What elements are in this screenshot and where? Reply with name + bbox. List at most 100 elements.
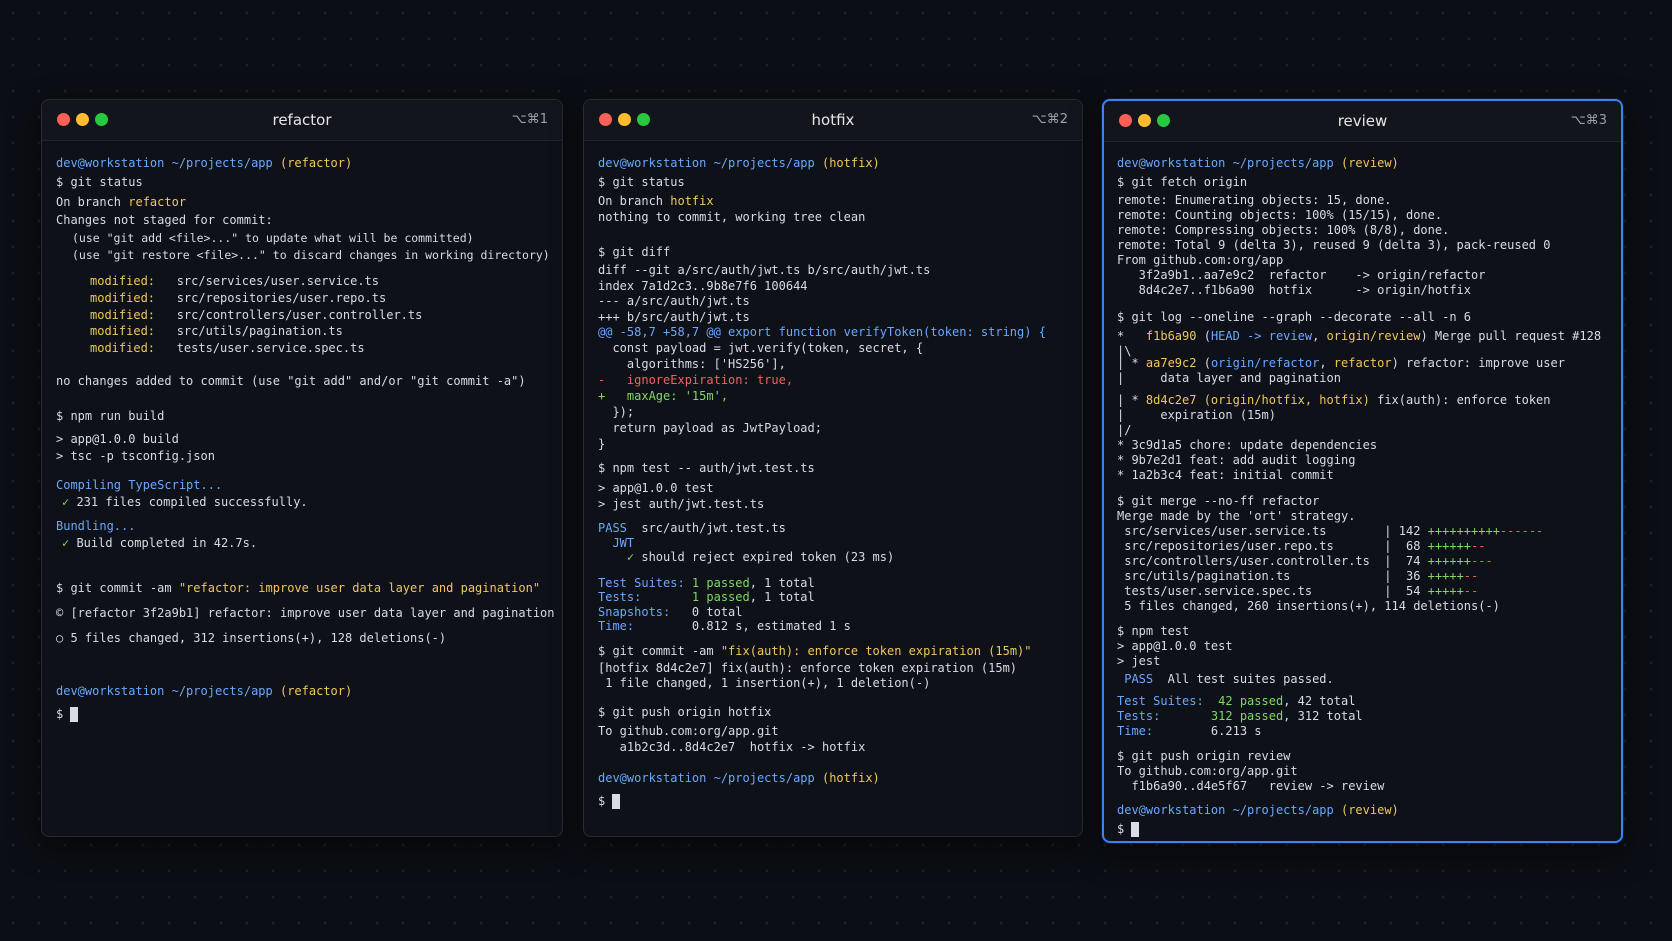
terminal-line: > app@1.0.0 build: [56, 432, 179, 447]
terminal-text: Time:: [598, 619, 692, 633]
terminal-line: modified: src/controllers/user.controlle…: [90, 308, 422, 323]
terminal-text: ------: [1499, 524, 1544, 538]
terminal-line: ○ 5 files changed, 312 insertions(+), 12…: [56, 631, 446, 646]
terminal-text: dev@workstation ~/projects/app: [56, 156, 280, 170]
terminal-text: All test suites passed.: [1153, 672, 1334, 686]
terminal-text: $ npm test: [1117, 624, 1190, 638]
terminal-text: dev@workstation ~/projects/app: [598, 771, 822, 785]
terminal-output[interactable]: dev@workstation ~/projects/app (refactor…: [42, 141, 562, 836]
terminal-text: On branch: [56, 195, 129, 209]
terminal-text: Compiling TypeScript...: [56, 478, 223, 492]
terminal-line: remote: Compressing objects: 100% (8/8),…: [1117, 223, 1449, 238]
terminal-line: JWT: [598, 536, 634, 551]
terminal-text: $ git diff: [598, 245, 671, 259]
terminal-text: , 312 total: [1283, 709, 1363, 723]
terminal-line: });: [598, 405, 634, 420]
terminal-text: ) refactor: improve user: [1391, 356, 1565, 370]
terminal-text: $ git commit -am: [598, 644, 721, 658]
terminal-line: > tsc -p tsconfig.json: [56, 449, 215, 464]
terminal-text: $ npm run build: [56, 409, 165, 423]
title-bar[interactable]: review ⌥⌘3: [1104, 101, 1621, 142]
terminal-text: a1b2c3d..8d4c2e7 hotfix -> hotfix: [598, 740, 866, 754]
terminal-text: const payload = jwt.verify(token, secret…: [598, 341, 924, 355]
terminal-text: should reject expired token (23 ms): [641, 550, 895, 564]
terminal-text: Test Suites:: [1117, 694, 1219, 708]
terminal-line: | * 8d4c2e7 (origin/hotfix, hotfix) fix(…: [1117, 393, 1551, 408]
terminal-text: refactor: [128, 195, 187, 209]
window-shortcut: ⌥⌘1: [511, 112, 548, 127]
terminal-text: aa7e9c2: [1145, 356, 1197, 370]
terminal-text: > app@1.0.0 build: [56, 432, 179, 446]
title-bar[interactable]: hotfix ⌥⌘2: [584, 100, 1082, 141]
terminal-text: src/services/user.service.ts | 142: [1117, 524, 1428, 538]
terminal-text: * 9b7e2d1 feat: add audit logging: [1117, 453, 1356, 467]
terminal-text: 8d4c2e7 (origin/hotfix, hotfix): [1145, 393, 1370, 407]
terminal-text: (: [1196, 329, 1211, 343]
terminal-text: "refactor: improve user data layer and p…: [178, 581, 541, 595]
terminal-text: ++++++: [1427, 539, 1472, 553]
terminal-text: > jest auth/jwt.test.ts: [598, 497, 765, 511]
terminal-text: ) Merge pull request #128: [1420, 329, 1602, 343]
terminal-line: dev@workstation ~/projects/app (hotfix): [598, 156, 880, 171]
terminal-text: (hotfix): [821, 156, 880, 170]
terminal-line: $ git status: [56, 175, 143, 190]
terminal-line: + maxAge: '15m',: [598, 389, 728, 404]
terminal-text: src/controllers/user.controller.ts | 74: [1117, 554, 1428, 568]
terminal-window-refactor[interactable]: refactor ⌥⌘1 dev@workstation ~/projects/…: [41, 99, 563, 837]
window-shortcut: ⌥⌘2: [1031, 112, 1068, 127]
window-title: refactor: [272, 111, 332, 129]
terminal-text: });: [598, 405, 635, 419]
terminal-text: PASS: [1117, 672, 1154, 686]
terminal-line: src/utils/pagination.ts | 36 +++++--: [1117, 569, 1478, 584]
terminal-window-review[interactable]: review ⌥⌘3 dev@workstation ~/projects/ap…: [1102, 99, 1623, 843]
terminal-text: +++++: [1427, 569, 1464, 583]
terminal-line: $: [56, 707, 79, 722]
terminal-line: +++ b/src/auth/jwt.ts: [598, 310, 750, 325]
terminal-text: fix(auth): enforce token: [1369, 393, 1551, 407]
terminal-text: $ git merge --no-ff refactor: [1117, 494, 1320, 508]
terminal-window-hotfix[interactable]: hotfix ⌥⌘2 dev@workstation ~/projects/ap…: [583, 99, 1083, 837]
terminal-text: nothing to commit, working tree clean: [598, 210, 866, 224]
terminal-text: PASS: [598, 521, 627, 535]
terminal-text: (refactor): [279, 156, 353, 170]
terminal-line: Tests: 1 passed, 1 total: [598, 590, 815, 605]
window-title: hotfix: [811, 111, 855, 129]
terminal-text: Time:: [1117, 724, 1211, 738]
terminal-text: dev@workstation ~/projects/app: [56, 684, 280, 698]
terminal-text: |/: [1117, 423, 1132, 437]
terminal-line: | expiration (15m): [1117, 408, 1276, 423]
terminal-line: remote: Counting objects: 100% (15/15), …: [1117, 208, 1442, 223]
terminal-text: $: [1117, 822, 1132, 836]
terminal-line: Merge made by the 'ort' strategy.: [1117, 509, 1355, 524]
terminal-text: dev@workstation ~/projects/app: [598, 156, 822, 170]
terminal-text: ++++++++++: [1427, 524, 1500, 538]
terminal-line: src/controllers/user.controller.ts | 74 …: [1117, 554, 1493, 569]
terminal-text: $ git push origin review: [1117, 749, 1291, 763]
terminal-text: $ git commit -am: [56, 581, 179, 595]
terminal-text: 312 passed: [1210, 709, 1284, 723]
title-bar[interactable]: refactor ⌥⌘1: [42, 100, 562, 141]
terminal-text: $: [598, 794, 613, 808]
terminal-text: ✓: [62, 495, 77, 509]
terminal-text: $ git status: [56, 175, 143, 189]
terminal-line: dev@workstation ~/projects/app (review): [1117, 803, 1399, 818]
terminal-text: > app@1.0.0 test: [598, 481, 714, 495]
terminal-line: const payload = jwt.verify(token, secret…: [598, 341, 923, 356]
terminal-line: (use "git restore <file>..." to discard …: [72, 248, 550, 263]
terminal-text: modified:: [90, 341, 177, 355]
terminal-text: dev@workstation ~/projects/app: [1117, 156, 1341, 170]
terminal-output[interactable]: dev@workstation ~/projects/app (review) $…: [1104, 142, 1621, 841]
terminal-text: , 42 total: [1283, 694, 1356, 708]
terminal-line: a1b2c3d..8d4c2e7 hotfix -> hotfix: [598, 740, 866, 755]
terminal-text: remote: Counting objects: 100% (15/15), …: [1117, 208, 1443, 222]
terminal-line: no changes added to commit (use "git add…: [56, 374, 526, 389]
text-cursor: [612, 794, 621, 809]
terminal-text: Test Suites:: [598, 576, 692, 590]
terminal-text: src/repositories/user.repo.ts: [176, 291, 387, 305]
terminal-line: | * aa7e9c2 (origin/refactor, refactor) …: [1117, 356, 1565, 371]
terminal-line: Snapshots: 0 total: [598, 605, 743, 620]
terminal-output[interactable]: dev@workstation ~/projects/app (hotfix) $…: [584, 141, 1082, 836]
terminal-text: diff --git a/src/auth/jwt.ts b/src/auth/…: [598, 263, 931, 277]
window-title: review: [1337, 112, 1388, 130]
terminal-text: f1b6a90..d4e5f67 review -> review: [1117, 779, 1385, 793]
